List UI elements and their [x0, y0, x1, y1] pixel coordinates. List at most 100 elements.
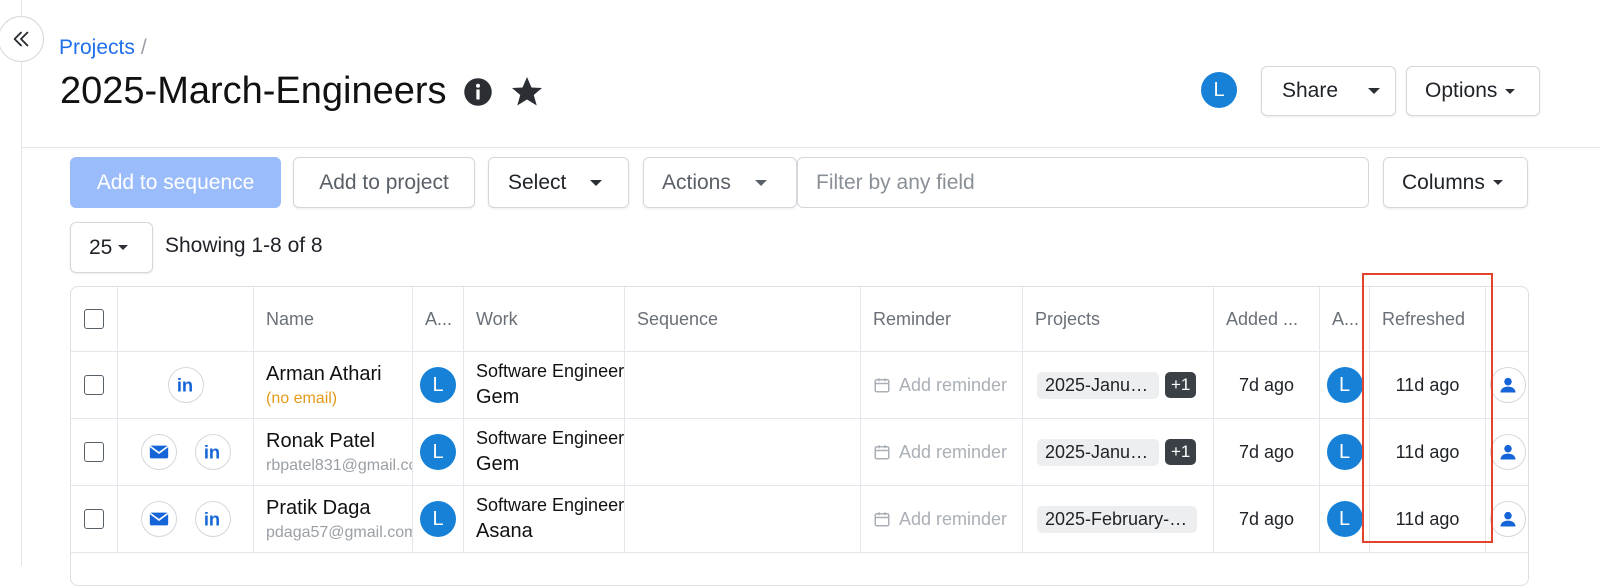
row-added-by-cell: L [1320, 352, 1370, 418]
add-reminder-label: Add reminder [899, 441, 1008, 462]
email-icon[interactable] [140, 434, 177, 470]
calendar-icon [874, 378, 890, 393]
breadcrumb-separator: / [140, 36, 147, 59]
row-checkbox-cell [71, 352, 118, 418]
page-title: 2025-March-Engineers [60, 70, 447, 112]
row-sequence-cell [625, 419, 861, 485]
actions-dropdown[interactable]: Actions [643, 157, 797, 208]
row-work-cell: Software Engineer Gem [464, 419, 625, 485]
row-work-cell: Software Engineer Gem [464, 352, 625, 418]
assignee-avatar[interactable]: L [420, 434, 456, 470]
row-added-cell: 7d ago [1214, 486, 1320, 552]
assignee-avatar[interactable]: L [420, 367, 456, 403]
row-links-cell: in [118, 352, 254, 418]
header-checkbox-cell [71, 287, 118, 351]
row-assignee-cell: L [413, 352, 464, 418]
caret-down-icon [1492, 180, 1503, 185]
project-tag[interactable]: 2025-January-Engineers [1037, 438, 1159, 466]
header-added-by[interactable]: A... [1320, 287, 1370, 351]
collapse-sidebar-button[interactable] [0, 16, 44, 62]
person-name[interactable]: Pratik Daga [266, 497, 371, 520]
add-reminder-button[interactable]: Add reminder [861, 509, 1007, 530]
work-company: Gem [476, 453, 520, 475]
caret-down-icon [1505, 88, 1516, 94]
header-name[interactable]: Name [254, 287, 413, 351]
breadcrumb-projects-link[interactable]: Projects [59, 36, 135, 60]
work-title: Software Engineer [476, 361, 625, 381]
row-checkbox[interactable] [84, 509, 104, 529]
added-by-avatar[interactable]: L [1326, 501, 1363, 537]
linkedin-icon[interactable]: in [194, 434, 231, 470]
contacts-table: Name A... Work Sequence Reminder Project… [70, 286, 1529, 586]
options-label: Options [1425, 79, 1498, 102]
filter-input[interactable] [797, 157, 1369, 208]
work-title: Software Engineer [476, 428, 625, 448]
info-icon[interactable] [463, 77, 493, 107]
person-name[interactable]: Ronak Patel [266, 430, 375, 453]
select-all-checkbox[interactable] [84, 309, 104, 329]
person-email: (no email) [266, 389, 338, 407]
linkedin-icon[interactable]: in [167, 367, 204, 403]
linkedin-icon[interactable]: in [194, 501, 231, 537]
add-reminder-button[interactable]: Add reminder [861, 442, 1007, 463]
header-work[interactable]: Work [464, 287, 625, 351]
add-reminder-button[interactable]: Add reminder [861, 375, 1007, 396]
project-tag[interactable]: 2025-January-Engineers [1037, 371, 1159, 399]
select-dropdown[interactable]: Select [488, 157, 629, 208]
row-refreshed-cell: 11d ago [1370, 419, 1486, 485]
header-projects[interactable]: Projects [1023, 287, 1214, 351]
work-company: Asana [476, 520, 533, 542]
row-added-cell: 7d ago [1214, 352, 1320, 418]
email-icon[interactable] [140, 501, 177, 537]
table-row: in Ronak Patel rbpatel831@gmail.com L So… [71, 419, 1528, 486]
row-reminder-cell: Add reminder [861, 352, 1023, 418]
row-added-cell: 7d ago [1214, 419, 1320, 485]
row-name-cell: Arman Athari (no email) [254, 352, 413, 418]
added-by-avatar[interactable]: L [1326, 367, 1363, 403]
person-icon[interactable] [1490, 434, 1526, 470]
row-reminder-cell: Add reminder [861, 419, 1023, 485]
row-projects-cell: 2025-January-Engineers +1 [1023, 352, 1214, 418]
row-assignee-cell: L [413, 419, 464, 485]
row-checkbox[interactable] [84, 442, 104, 462]
columns-dropdown[interactable]: Columns [1383, 157, 1528, 208]
row-name-cell: Ronak Patel rbpatel831@gmail.com [254, 419, 413, 485]
row-projects-cell: 2025-January-Engineers +1 [1023, 419, 1214, 485]
row-projects-cell: 2025-February-Engineers [1023, 486, 1214, 552]
table-row: in Arman Athari (no email) L Software En… [71, 352, 1528, 419]
assignee-avatar[interactable]: L [420, 501, 456, 537]
caret-down-icon [754, 179, 767, 186]
left-rail [0, 0, 22, 566]
header-added[interactable]: Added ... [1214, 287, 1320, 351]
caret-down-icon [590, 179, 603, 186]
more-projects-badge[interactable]: +1 [1165, 439, 1197, 465]
columns-label: Columns [1402, 170, 1485, 194]
header-reminder[interactable]: Reminder [861, 287, 1023, 351]
project-tag[interactable]: 2025-February-Engineers [1037, 505, 1197, 533]
showing-count: Showing 1-8 of 8 [165, 234, 323, 257]
owner-avatar[interactable]: L [1201, 72, 1237, 108]
row-action-cell [1486, 486, 1528, 552]
share-button[interactable]: Share [1261, 66, 1396, 116]
table-row: in Pratik Daga pdaga57@gmail.com L Softw… [71, 486, 1528, 553]
add-to-sequence-button[interactable]: Add to sequence [70, 157, 281, 208]
add-to-project-button[interactable]: Add to project [293, 157, 475, 208]
added-by-avatar[interactable]: L [1326, 434, 1363, 470]
calendar-icon [874, 445, 890, 460]
person-icon[interactable] [1490, 367, 1526, 403]
row-refreshed-cell: 11d ago [1370, 352, 1486, 418]
options-button[interactable]: Options [1406, 66, 1540, 116]
row-checkbox[interactable] [84, 375, 104, 395]
select-label: Select [508, 170, 567, 194]
person-name[interactable]: Arman Athari [266, 363, 382, 386]
header-refreshed[interactable]: Refreshed [1370, 287, 1486, 351]
star-icon[interactable] [509, 74, 545, 110]
page-size-dropdown[interactable]: 25 [70, 222, 153, 273]
actions-label: Actions [662, 170, 731, 194]
person-icon[interactable] [1490, 501, 1526, 537]
person-email: pdaga57@gmail.com [266, 523, 413, 541]
header-sequence[interactable]: Sequence [625, 287, 861, 351]
header-assignee[interactable]: A... [413, 287, 464, 351]
row-name-cell: Pratik Daga pdaga57@gmail.com [254, 486, 413, 552]
more-projects-badge[interactable]: +1 [1165, 372, 1197, 398]
